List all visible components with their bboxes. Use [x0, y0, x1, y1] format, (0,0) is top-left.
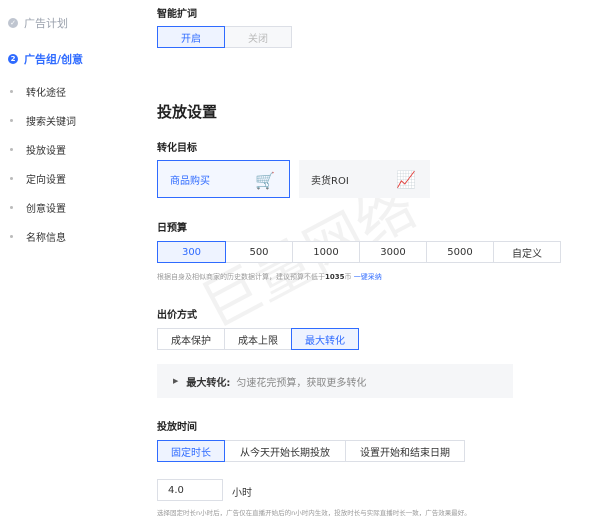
daily-budget-selector: 300 500 1000 3000 5000 自定义: [157, 241, 561, 263]
budget-option-custom[interactable]: 自定义: [493, 241, 561, 263]
budget-hint-unit: 币: [344, 273, 352, 281]
bullet-icon: [10, 119, 13, 122]
step-number-badge: 2: [8, 54, 18, 64]
step-ad-group[interactable]: 2 广告组/创意: [8, 51, 83, 67]
bullet-icon: [10, 90, 13, 93]
bid-option-cost-protect[interactable]: 成本保护: [157, 328, 225, 350]
sidebar-item-label: 名称信息: [26, 233, 66, 244]
sidebar-item-label: 投放设置: [26, 146, 66, 157]
sidebar-item-delivery-settings[interactable]: 投放设置: [10, 142, 66, 157]
daily-budget-label: 日预算: [157, 223, 187, 234]
goal-option-purchase[interactable]: 商品购买 🛒: [157, 160, 290, 198]
duration-input[interactable]: [157, 479, 223, 501]
bid-option-cost-cap[interactable]: 成本上限: [224, 328, 292, 350]
step-label: 广告计划: [24, 17, 68, 30]
check-icon: ✓: [8, 18, 18, 28]
step-ad-plan[interactable]: ✓ 广告计划: [8, 15, 68, 31]
step-label: 广告组/创意: [24, 53, 84, 66]
smart-expand-toggle: 开启 关闭: [157, 26, 292, 48]
smart-expand-label: 智能扩词: [157, 9, 197, 20]
conversion-goal-label: 转化目标: [157, 143, 197, 154]
chart-icon: 📈: [396, 170, 416, 189]
sidebar-item-name-info[interactable]: 名称信息: [10, 229, 66, 244]
budget-option-1000[interactable]: 1000: [292, 241, 360, 263]
smart-expand-off-button[interactable]: 关闭: [224, 26, 292, 48]
bullet-icon: [10, 177, 13, 180]
sidebar-item-label: 创意设置: [26, 204, 66, 215]
goal-option-label: 商品购买: [170, 175, 210, 187]
time-option-long-term[interactable]: 从今天开始长期投放: [224, 440, 346, 462]
caret-right-icon[interactable]: ▶: [173, 377, 178, 385]
sidebar-item-label: 转化途径: [26, 88, 66, 99]
sidebar-item-label: 定向设置: [26, 175, 66, 186]
smart-expand-on-button[interactable]: 开启: [157, 26, 225, 48]
delivery-time-label: 投放时间: [157, 422, 197, 433]
bid-method-selector: 成本保护 成本上限 最大转化: [157, 328, 359, 350]
time-option-date-range[interactable]: 设置开始和结束日期: [345, 440, 465, 462]
goal-option-roi[interactable]: 卖货ROI 📈: [299, 160, 430, 198]
sidebar-item-conversion-path[interactable]: 转化途径: [10, 84, 66, 99]
budget-option-300[interactable]: 300: [157, 241, 226, 263]
shopping-cart-icon: 🛒: [255, 171, 275, 190]
bid-info-value: 匀速花完预算，获取更多转化: [236, 377, 367, 389]
duration-unit: 小时: [232, 488, 252, 499]
budget-hint-text: 根据自身及相似商家的历史数据计算，建议预算不低于: [157, 273, 325, 281]
bullet-icon: [10, 148, 13, 151]
time-option-fixed[interactable]: 固定时长: [157, 440, 225, 462]
bid-option-max-conversion[interactable]: 最大转化: [291, 328, 359, 350]
budget-option-3000[interactable]: 3000: [359, 241, 427, 263]
budget-hint-value: 1035: [325, 273, 345, 281]
goal-option-label: 卖货ROI: [311, 175, 349, 187]
bid-method-label: 出价方式: [157, 310, 197, 321]
page-title: 投放设置: [157, 103, 218, 121]
budget-option-5000[interactable]: 5000: [426, 241, 494, 263]
sidebar-item-targeting[interactable]: 定向设置: [10, 171, 66, 186]
bid-info-panel: ▶ 最大转化: 匀速花完预算，获取更多转化: [157, 364, 513, 398]
sidebar: ✓ 广告计划 2 广告组/创意 转化途径 搜索关键词 投放设置 定向设置 创意设…: [0, 0, 130, 521]
duration-hint: 选择固定时长n小时后，广告仅在直播开始后的n小时内生效，投放时长与实际直播时长一…: [157, 509, 471, 517]
budget-option-500[interactable]: 500: [225, 241, 293, 263]
bullet-icon: [10, 206, 13, 209]
delivery-time-selector: 固定时长 从今天开始长期投放 设置开始和结束日期: [157, 440, 465, 462]
budget-hint: 根据自身及相似商家的历史数据计算，建议预算不低于1035币 一键采纳: [157, 272, 382, 282]
sidebar-item-creative[interactable]: 创意设置: [10, 200, 66, 215]
adopt-budget-link[interactable]: 一键采纳: [354, 273, 382, 281]
bid-info-key: 最大转化:: [186, 377, 231, 389]
sidebar-item-search-keywords[interactable]: 搜索关键词: [10, 113, 76, 128]
bullet-icon: [10, 235, 13, 238]
sidebar-item-label: 搜索关键词: [26, 117, 76, 128]
